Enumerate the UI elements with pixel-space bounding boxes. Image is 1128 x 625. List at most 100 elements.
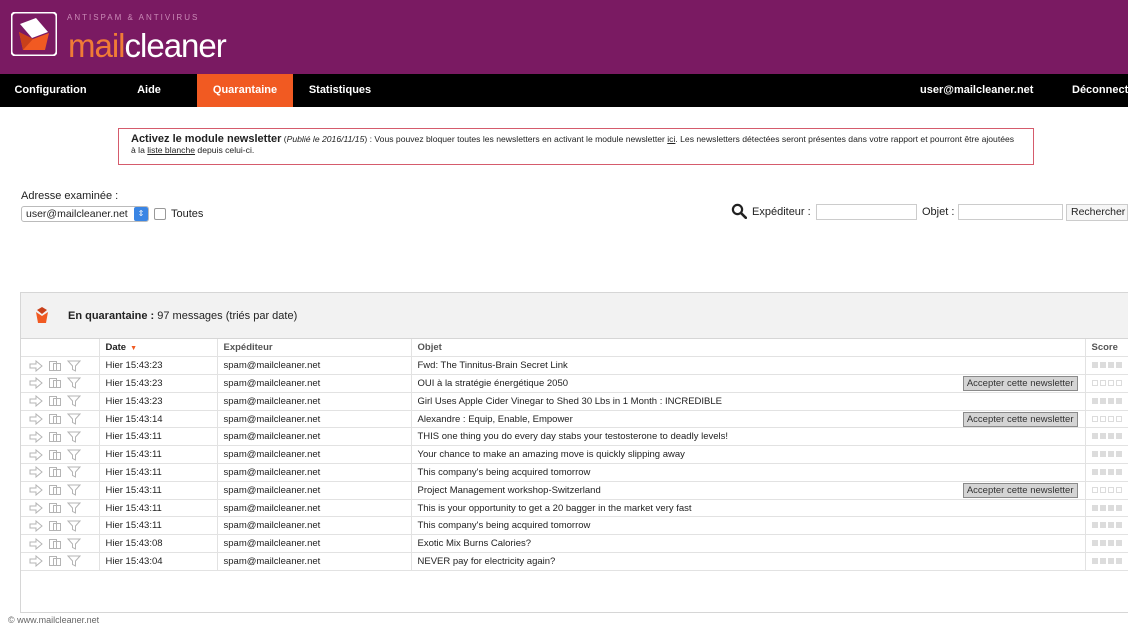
table-row[interactable]: Hier 15:43:11 spam@mailcleaner.net Project… xyxy=(21,481,1128,500)
score-bars-icon xyxy=(1091,449,1124,458)
quarantine-header: En quarantaine : 97 messages (triés par … xyxy=(21,293,1128,339)
filter-funnel-icon[interactable] xyxy=(67,395,81,408)
view-message-icon[interactable] xyxy=(48,413,62,425)
view-message-icon[interactable] xyxy=(48,377,62,389)
view-message-icon[interactable] xyxy=(48,555,62,567)
all-addresses-checkbox[interactable] xyxy=(154,208,166,220)
release-arrow-icon[interactable] xyxy=(29,466,43,479)
view-message-icon[interactable] xyxy=(48,449,62,461)
view-message-icon[interactable] xyxy=(48,466,62,478)
table-row[interactable]: Hier 15:43:23 spam@mailcleaner.net Fwd: Th… xyxy=(21,356,1128,376)
row-subject-cell: OUI à la stratégie énergétique 2050 Accep… xyxy=(411,374,1086,393)
row-subject[interactable]: Fwd: The Tinnitus-Brain Secret Link xyxy=(418,360,568,371)
release-arrow-icon[interactable] xyxy=(29,448,43,461)
accept-newsletter-button[interactable]: Accepter cette newsletter xyxy=(962,482,1078,498)
search-button[interactable]: Rechercher xyxy=(1066,204,1128,221)
notice-link-whitelist[interactable]: liste blanche xyxy=(147,145,195,155)
filter-funnel-icon[interactable] xyxy=(67,466,81,479)
release-arrow-icon[interactable] xyxy=(29,377,43,390)
row-sender: spam@mailcleaner.net xyxy=(217,356,412,376)
view-message-icon[interactable] xyxy=(48,520,62,532)
mailcleaner-logo-icon xyxy=(11,12,57,56)
filter-funnel-icon[interactable] xyxy=(67,555,81,568)
sender-search-input[interactable] xyxy=(816,204,917,220)
view-message-icon[interactable] xyxy=(48,538,62,550)
filter-funnel-icon[interactable] xyxy=(67,520,81,532)
subject-column-header[interactable]: Objet xyxy=(411,339,1086,358)
row-subject[interactable]: Your chance to make an amazing move is q… xyxy=(418,449,685,460)
row-subject[interactable]: This company's being acquired tomorrow xyxy=(418,520,591,531)
accept-newsletter-button[interactable]: Accepter cette newsletter xyxy=(962,376,1078,392)
table-row[interactable]: Hier 15:43:23 spam@mailcleaner.net OUI à l… xyxy=(21,374,1128,393)
release-arrow-icon[interactable] xyxy=(29,359,43,372)
row-subject-cell: Alexandre : Equip, Enable, Empower Accept… xyxy=(411,410,1086,429)
row-subject-cell: This company's being acquired tomorrow xyxy=(411,463,1086,482)
row-subject[interactable]: Project Management workshop-Switzerland xyxy=(418,485,601,496)
select-arrows-icon: ⇕ xyxy=(134,207,148,221)
view-message-icon[interactable] xyxy=(48,484,62,496)
table-row[interactable]: Hier 15:43:04 spam@mailcleaner.net NEVER p… xyxy=(21,552,1128,571)
date-column-label: Date xyxy=(105,342,127,354)
table-row[interactable]: Hier 15:43:11 spam@mailcleaner.net Your ch… xyxy=(21,445,1128,465)
row-subject[interactable]: NEVER pay for electricity again? xyxy=(418,556,556,567)
view-message-icon[interactable] xyxy=(48,360,62,372)
address-select[interactable]: user@mailcleaner.net ⇕ xyxy=(21,206,149,222)
release-arrow-icon[interactable] xyxy=(29,430,43,443)
release-arrow-icon[interactable] xyxy=(29,413,43,426)
row-subject-cell: This company's being acquired tomorrow xyxy=(411,516,1086,536)
nav-quarantaine[interactable]: Quarantaine xyxy=(197,74,293,107)
row-subject[interactable]: This company's being acquired tomorrow xyxy=(418,467,591,478)
release-arrow-icon[interactable] xyxy=(29,484,43,497)
filter-funnel-icon[interactable] xyxy=(67,502,81,514)
sender-column-header[interactable]: Expéditeur xyxy=(217,339,412,358)
nav-user[interactable]: user@mailcleaner.net xyxy=(920,74,1033,107)
table-row[interactable]: Hier 15:43:11 spam@mailcleaner.net This co… xyxy=(21,463,1128,482)
app-header: ANTISPAM & ANTIVIRUS mailcleaner xyxy=(0,0,1128,74)
release-arrow-icon[interactable] xyxy=(29,502,43,515)
view-message-icon[interactable] xyxy=(48,431,62,443)
release-arrow-icon[interactable] xyxy=(29,555,43,568)
table-row[interactable]: Hier 15:43:23 spam@mailcleaner.net Girl Us… xyxy=(21,392,1128,411)
filter-funnel-icon[interactable] xyxy=(67,413,81,425)
score-column-header[interactable]: Score xyxy=(1085,339,1128,358)
table-row[interactable]: Hier 15:43:11 spam@mailcleaner.net This co… xyxy=(21,516,1128,536)
nav-logout[interactable]: Déconnecter xyxy=(1072,74,1128,107)
row-subject[interactable]: Alexandre : Equip, Enable, Empower xyxy=(418,414,573,425)
release-arrow-icon[interactable] xyxy=(29,519,43,532)
row-date: Hier 15:43:14 xyxy=(99,410,218,429)
row-actions xyxy=(21,534,100,554)
filter-funnel-icon[interactable] xyxy=(67,377,81,390)
row-subject-cell: Your chance to make an amazing move is q… xyxy=(411,445,1086,465)
filter-funnel-icon[interactable] xyxy=(67,431,81,443)
release-arrow-icon[interactable] xyxy=(29,395,43,408)
filter-funnel-icon[interactable] xyxy=(67,360,81,372)
subject-search-input[interactable] xyxy=(958,204,1063,220)
row-sender: spam@mailcleaner.net xyxy=(217,534,412,554)
row-subject[interactable]: Exotic Mix Burns Calories? xyxy=(418,538,532,549)
filter-funnel-icon[interactable] xyxy=(67,449,81,461)
score-bars-icon xyxy=(1091,360,1124,369)
sender-search-label: Expéditeur : xyxy=(752,206,811,218)
filter-funnel-icon[interactable] xyxy=(67,484,81,497)
row-subject[interactable]: OUI à la stratégie énergétique 2050 xyxy=(418,378,569,389)
row-subject[interactable]: THIS one thing you do every day stabs yo… xyxy=(418,431,729,442)
nav-configuration[interactable]: Configuration xyxy=(0,74,101,107)
date-column-header[interactable]: Date ▼ xyxy=(99,339,218,358)
row-subject[interactable]: This is your opportunity to get a 20 bag… xyxy=(418,503,692,514)
nav-statistiques[interactable]: Statistiques xyxy=(293,74,387,107)
nav-aide[interactable]: Aide xyxy=(101,74,197,107)
table-row[interactable]: Hier 15:43:14 spam@mailcleaner.net Alexand… xyxy=(21,410,1128,429)
table-row[interactable]: Hier 15:43:08 spam@mailcleaner.net Exotic … xyxy=(21,534,1128,554)
accept-newsletter-button[interactable]: Accepter cette newsletter xyxy=(962,411,1078,427)
row-date: Hier 15:43:11 xyxy=(99,463,218,482)
table-row[interactable]: Hier 15:43:11 spam@mailcleaner.net This is… xyxy=(21,499,1128,518)
release-arrow-icon[interactable] xyxy=(29,537,43,550)
row-sender: spam@mailcleaner.net xyxy=(217,392,412,411)
row-subject[interactable]: Girl Uses Apple Cider Vinegar to Shed 30… xyxy=(418,396,723,407)
view-message-icon[interactable] xyxy=(48,395,62,407)
row-actions xyxy=(21,374,100,393)
filter-funnel-icon[interactable] xyxy=(67,538,81,550)
table-row[interactable]: Hier 15:43:11 spam@mailcleaner.net THIS on… xyxy=(21,427,1128,447)
view-message-icon[interactable] xyxy=(48,502,62,514)
row-date: Hier 15:43:11 xyxy=(99,499,218,518)
